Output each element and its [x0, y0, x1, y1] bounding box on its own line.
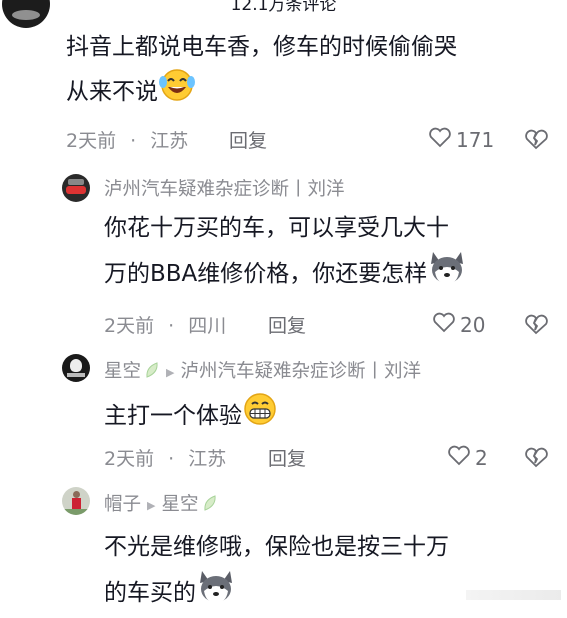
comment-meta: 2天前 · 江苏	[104, 448, 227, 470]
like-button[interactable]: 2	[447, 444, 488, 471]
timestamp: 2天前	[66, 130, 117, 152]
grin-emoji-icon	[242, 391, 278, 440]
location: 江苏	[188, 448, 227, 470]
author-name[interactable]: 星空	[104, 361, 141, 382]
comment-meta: 2天前 · 四川	[104, 315, 227, 337]
location: 江苏	[150, 130, 189, 152]
like-count: 20	[460, 312, 486, 337]
comment-text: 不光是维修哦，保险也是按三十万 的车买的	[104, 527, 564, 618]
laughing-emoji-icon	[158, 67, 196, 116]
replied-to-name[interactable]: 星空	[161, 494, 198, 515]
comment-meta: 2天前 · 江苏	[66, 130, 189, 152]
broken-heart-icon	[524, 129, 548, 154]
husky-emoji-icon	[427, 248, 467, 299]
comment-text: 主打一个体验	[104, 391, 278, 440]
avatar[interactable]	[2, 0, 50, 28]
heart-icon	[432, 311, 456, 338]
timestamp: 2天前	[104, 448, 155, 470]
reply-button[interactable]: 回复	[268, 311, 306, 338]
avatar[interactable]	[62, 487, 90, 515]
author-name[interactable]: 泸州汽车疑难杂症诊断丨刘洋	[104, 175, 345, 201]
reply-button[interactable]: 回复	[229, 126, 267, 153]
like-button[interactable]: 171	[428, 126, 494, 153]
comment-count-title: 12.1万条评论	[230, 0, 337, 15]
reply-author-line: 星空 ▶ 泸州汽车疑难杂症诊断丨刘洋	[104, 357, 421, 384]
replied-to-name[interactable]: 泸州汽车疑难杂症诊断丨刘洋	[180, 361, 421, 382]
leaf-icon	[144, 361, 160, 384]
leaf-icon	[202, 494, 218, 517]
heart-icon	[447, 444, 471, 471]
reply-arrow-icon: ▶	[147, 498, 156, 512]
heart-icon	[428, 126, 452, 153]
reply-arrow-icon: ▶	[166, 365, 175, 379]
dislike-button[interactable]	[524, 128, 548, 154]
husky-emoji-icon	[196, 567, 236, 618]
like-count: 2	[475, 445, 488, 470]
author-name[interactable]: 帽子	[104, 494, 141, 515]
location: 四川	[188, 315, 227, 337]
like-button[interactable]: 20	[432, 311, 485, 338]
avatar[interactable]	[62, 174, 90, 202]
reply-author-line: 帽子 ▶ 星空	[104, 490, 218, 517]
like-count: 171	[456, 127, 495, 152]
broken-heart-icon	[524, 447, 548, 472]
comment-text: 你花十万买的车，可以享受几大十 万的BBA维修价格，你还要怎样	[104, 208, 564, 299]
comment-text: 抖音上都说电车香，修车的时候偷偷哭 从来不说	[66, 27, 566, 116]
reply-button[interactable]: 回复	[268, 444, 306, 471]
avatar[interactable]	[62, 354, 90, 382]
timestamp: 2天前	[104, 315, 155, 337]
watermark	[466, 590, 561, 600]
dislike-button[interactable]	[524, 446, 548, 472]
dislike-button[interactable]	[524, 313, 548, 339]
broken-heart-icon	[524, 314, 548, 339]
